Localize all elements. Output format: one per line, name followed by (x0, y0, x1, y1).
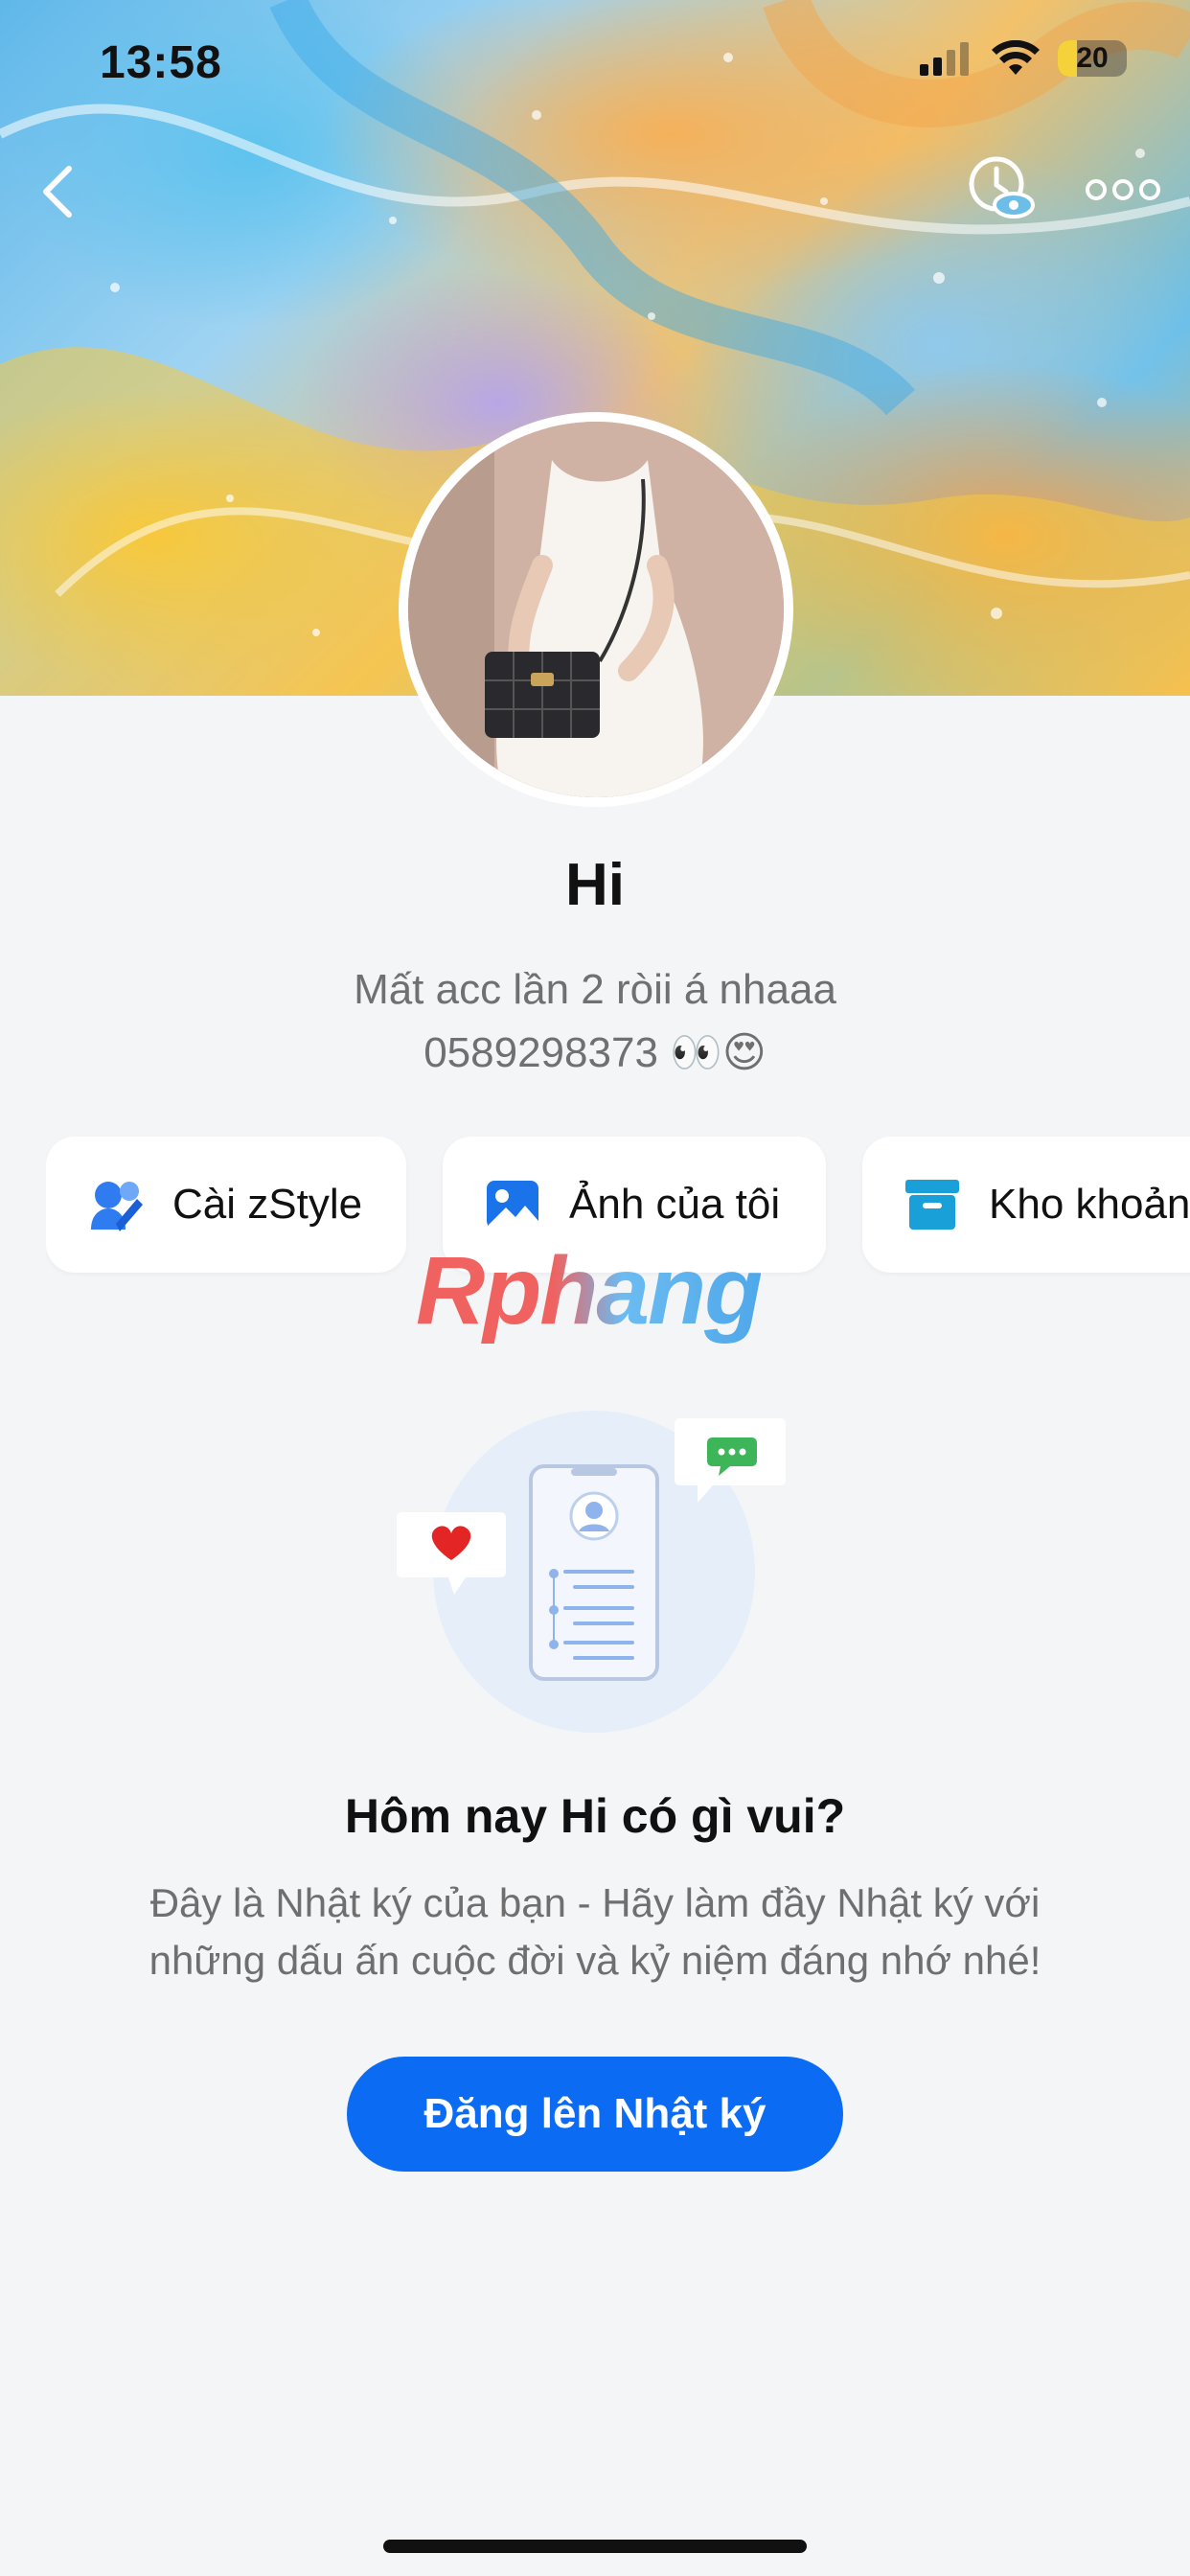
empty-state-title: Hôm nay Hi có gì vui? (344, 1789, 846, 1843)
zstyle-label: Cài zStyle (172, 1181, 363, 1228)
avatar-photo (408, 422, 784, 797)
watermark-logo: Rphang (416, 1237, 763, 1345)
zstyle-icon (84, 1173, 148, 1236)
view-history-icon[interactable] (966, 153, 1037, 224)
post-to-diary-button[interactable]: Đăng lên Nhật ký (347, 2057, 843, 2172)
cellular-signal-icon (920, 42, 969, 76)
wifi-icon (992, 40, 1040, 75)
avatar[interactable] (399, 412, 793, 807)
archive-label: Kho khoản (989, 1181, 1190, 1228)
battery-indicator: 20 (1058, 40, 1127, 77)
diary-empty-illustration (397, 1411, 786, 1733)
zstyle-button[interactable]: Cài zStyle (46, 1137, 406, 1273)
profile-name: Hi (565, 852, 625, 918)
bio-line-1: Mất acc lần 2 ròii á nhaaa (354, 966, 836, 1013)
status-icons: 20 (920, 40, 1127, 77)
profile-bio: Mất acc lần 2 ròii á nhaaa 0589298373 👀😍 (0, 958, 1190, 1085)
empty-state-description: Đây là Nhật ký của bạn - Hãy làm đầy Nhậ… (149, 1880, 1041, 1983)
archive-button[interactable]: Kho khoản (862, 1137, 1190, 1273)
my-photos-label: Ảnh của tôi (569, 1181, 781, 1228)
battery-level: 20 (1076, 42, 1109, 74)
home-indicator[interactable] (383, 2540, 807, 2553)
more-options-icon[interactable] (1085, 172, 1161, 207)
bio-line-2: 0589298373 👀😍 (423, 1029, 767, 1076)
avatar-image (408, 422, 784, 797)
status-time: 13:58 (100, 37, 222, 88)
photo-icon (481, 1173, 544, 1236)
archive-box-icon (901, 1173, 964, 1236)
back-arrow-icon[interactable] (38, 163, 77, 220)
